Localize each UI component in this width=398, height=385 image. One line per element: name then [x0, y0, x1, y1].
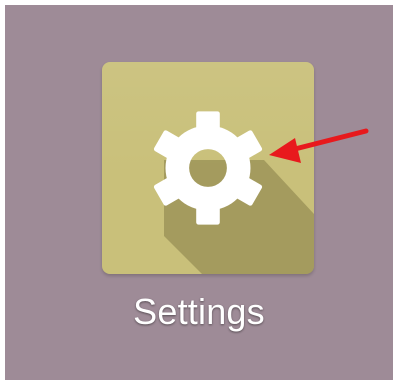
home-screen: Settings	[5, 5, 393, 380]
gear-icon	[153, 111, 263, 225]
settings-app-label[interactable]: Settings	[5, 291, 393, 333]
settings-app-tile[interactable]	[102, 62, 314, 274]
